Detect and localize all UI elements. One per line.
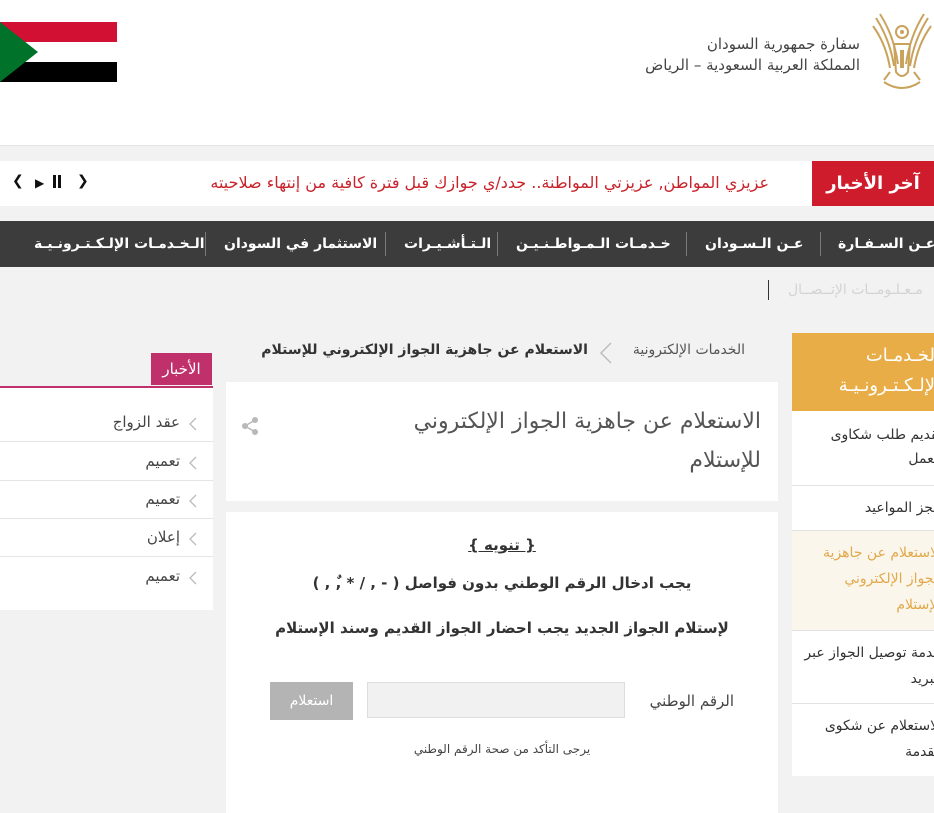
nav-item-about-sudan[interactable]: عـن الـسـودان (705, 221, 803, 267)
chevron-left-icon (189, 571, 197, 585)
sidebar-heading-line: الخـدمـات (865, 345, 934, 366)
sudan-flag (0, 22, 117, 82)
sidebar-item-label: الاستعلام عن شكوى (824, 718, 934, 734)
chevron-left-icon[interactable]: ❮ (12, 173, 24, 189)
sidebar-item-passport-readiness[interactable]: الاستعلام عن جاهزية الجواز الإلكتروني لل… (792, 531, 934, 631)
sidebar-item-label: البريد (910, 671, 934, 687)
sidebar-item-appointments[interactable]: حجز المواعيد (792, 486, 934, 531)
news-item-label: تعميم (145, 567, 180, 585)
share-icon[interactable] (240, 416, 260, 436)
emblem-logo[interactable] (870, 10, 934, 100)
ticker-headline[interactable]: عزيزي المواطن, عزيزتي المواطنة.. جدد/ي ج… (210, 173, 769, 192)
nav-item-visas[interactable]: الـتـأشـيـرات (404, 221, 491, 267)
breadcrumb-current: الاستعلام عن جاهزية الجواز الإلكتروني لل… (261, 342, 588, 358)
sidebar-item-label: حجز المواعيد (864, 500, 934, 516)
sidebar-item-label: تقديم طلب شكاوى (830, 427, 934, 443)
chevron-left-icon (189, 456, 197, 470)
nav-divider (205, 232, 206, 256)
ticker-label: آخر الأخبار (812, 161, 934, 206)
nav-divider (385, 232, 386, 256)
nav-item-investment[interactable]: الاستثمار في السودان (224, 221, 377, 267)
news-item[interactable]: تعميم (0, 557, 213, 595)
notice-line: لإستلام الجواز الجديد يجب احضار الجواز ا… (275, 619, 729, 637)
nav-divider (497, 232, 498, 256)
embassy-location: المملكة العربية السعودية – الرياض (645, 56, 860, 74)
notice-heading: { تنويه } (468, 536, 536, 554)
chevron-right-icon[interactable]: ❯ (77, 173, 89, 189)
news-widget-label: الأخبار (151, 353, 212, 385)
form-hint: يرجى التأكد من صحة الرقم الوطني (413, 742, 591, 756)
breadcrumb-home[interactable]: الخدمات الإلكترونية (633, 342, 745, 358)
pause-icon[interactable] (52, 175, 62, 192)
notice-line: يجب ادخال الرقم الوطني بدون فواصل ( - , … (312, 574, 692, 592)
inquiry-form-card: { تنويه } يجب ادخال الرقم الوطني بدون فو… (226, 512, 778, 813)
sidebar-item-label: خدمة توصيل الجواز عبر (804, 645, 934, 661)
news-item-label: تعميم (145, 490, 180, 508)
news-ticker: آخر الأخبار عزيزي المواطن, عزيزتي المواط… (0, 161, 934, 206)
e-services-sidebar: الخـدمـات الإلـكـتـرونـيـة تقديم طلب شكا… (792, 333, 934, 776)
sidebar-item-label: الاستعلام عن جاهزية (823, 545, 934, 561)
news-item[interactable]: إعلان (0, 518, 213, 557)
query-button[interactable]: استعلام (270, 682, 353, 720)
sidebar-item-label: للإستلام (896, 597, 934, 613)
nav-item-citizen-services[interactable]: خـدمـات الـمـواطـنـيـن (516, 221, 671, 267)
embassy-name: سفارة جمهورية السودان (706, 35, 860, 53)
breadcrumb-chevron-icon (599, 342, 612, 364)
sidebar-item-passport-delivery[interactable]: خدمة توصيل الجواز عبر البريد (792, 631, 934, 704)
subnav-divider (768, 280, 769, 300)
nav-item-contact-info[interactable]: مـعـلـومــات الإتــصــال (788, 282, 923, 298)
nav-item-about-embassy[interactable]: عـن السـفـارة (838, 221, 934, 267)
page-title: الاستعلام عن جاهزية الجواز الإلكتروني (413, 409, 761, 434)
site-header: سفارة جمهورية السودان المملكة العربية ال… (0, 0, 934, 146)
news-item[interactable]: تعميم (0, 480, 213, 519)
sidebar-item-work-complaints[interactable]: تقديم طلب شكاوى العمل (792, 411, 934, 486)
sidebar-item-label: العمل (908, 451, 934, 467)
news-item[interactable]: تعميم (0, 442, 213, 481)
main-navigation: الـخـدمـات الإلـكـتـرونـيـة الاستثمار في… (0, 221, 934, 267)
news-item[interactable]: عقد الزواج (0, 403, 213, 442)
sidebar-heading: الخـدمـات الإلـكـتـرونـيـة (792, 333, 934, 411)
sidebar-item-label: مقدمة (905, 744, 934, 760)
news-item-label: تعميم (145, 452, 180, 470)
page-title: للإستلام (689, 448, 761, 473)
nav-divider (686, 232, 687, 256)
chevron-left-icon (189, 494, 197, 508)
national-id-label: الرقم الوطني (649, 692, 734, 710)
nav-item-e-services[interactable]: الـخـدمـات الإلـكـتـرونـيـة (34, 221, 205, 267)
sidebar-heading-line: الإلـكـتـرونـيـة (838, 375, 934, 396)
news-item-label: عقد الزواج (112, 413, 180, 431)
nav-divider (820, 232, 821, 256)
national-id-input[interactable] (367, 682, 625, 718)
news-widget: عقد الزواج تعميم تعميم إعلان تعميم (0, 386, 213, 610)
sidebar-item-complaint-inquiry[interactable]: الاستعلام عن شكوى مقدمة (792, 704, 934, 776)
page-title-card: الاستعلام عن جاهزية الجواز الإلكتروني لل… (226, 382, 778, 501)
sidebar-item-label: الجواز الإلكتروني (844, 571, 934, 587)
chevron-left-icon (189, 417, 197, 431)
play-icon[interactable]: ▶ (35, 176, 44, 190)
chevron-left-icon (189, 532, 197, 546)
news-item-label: إعلان (146, 528, 180, 546)
